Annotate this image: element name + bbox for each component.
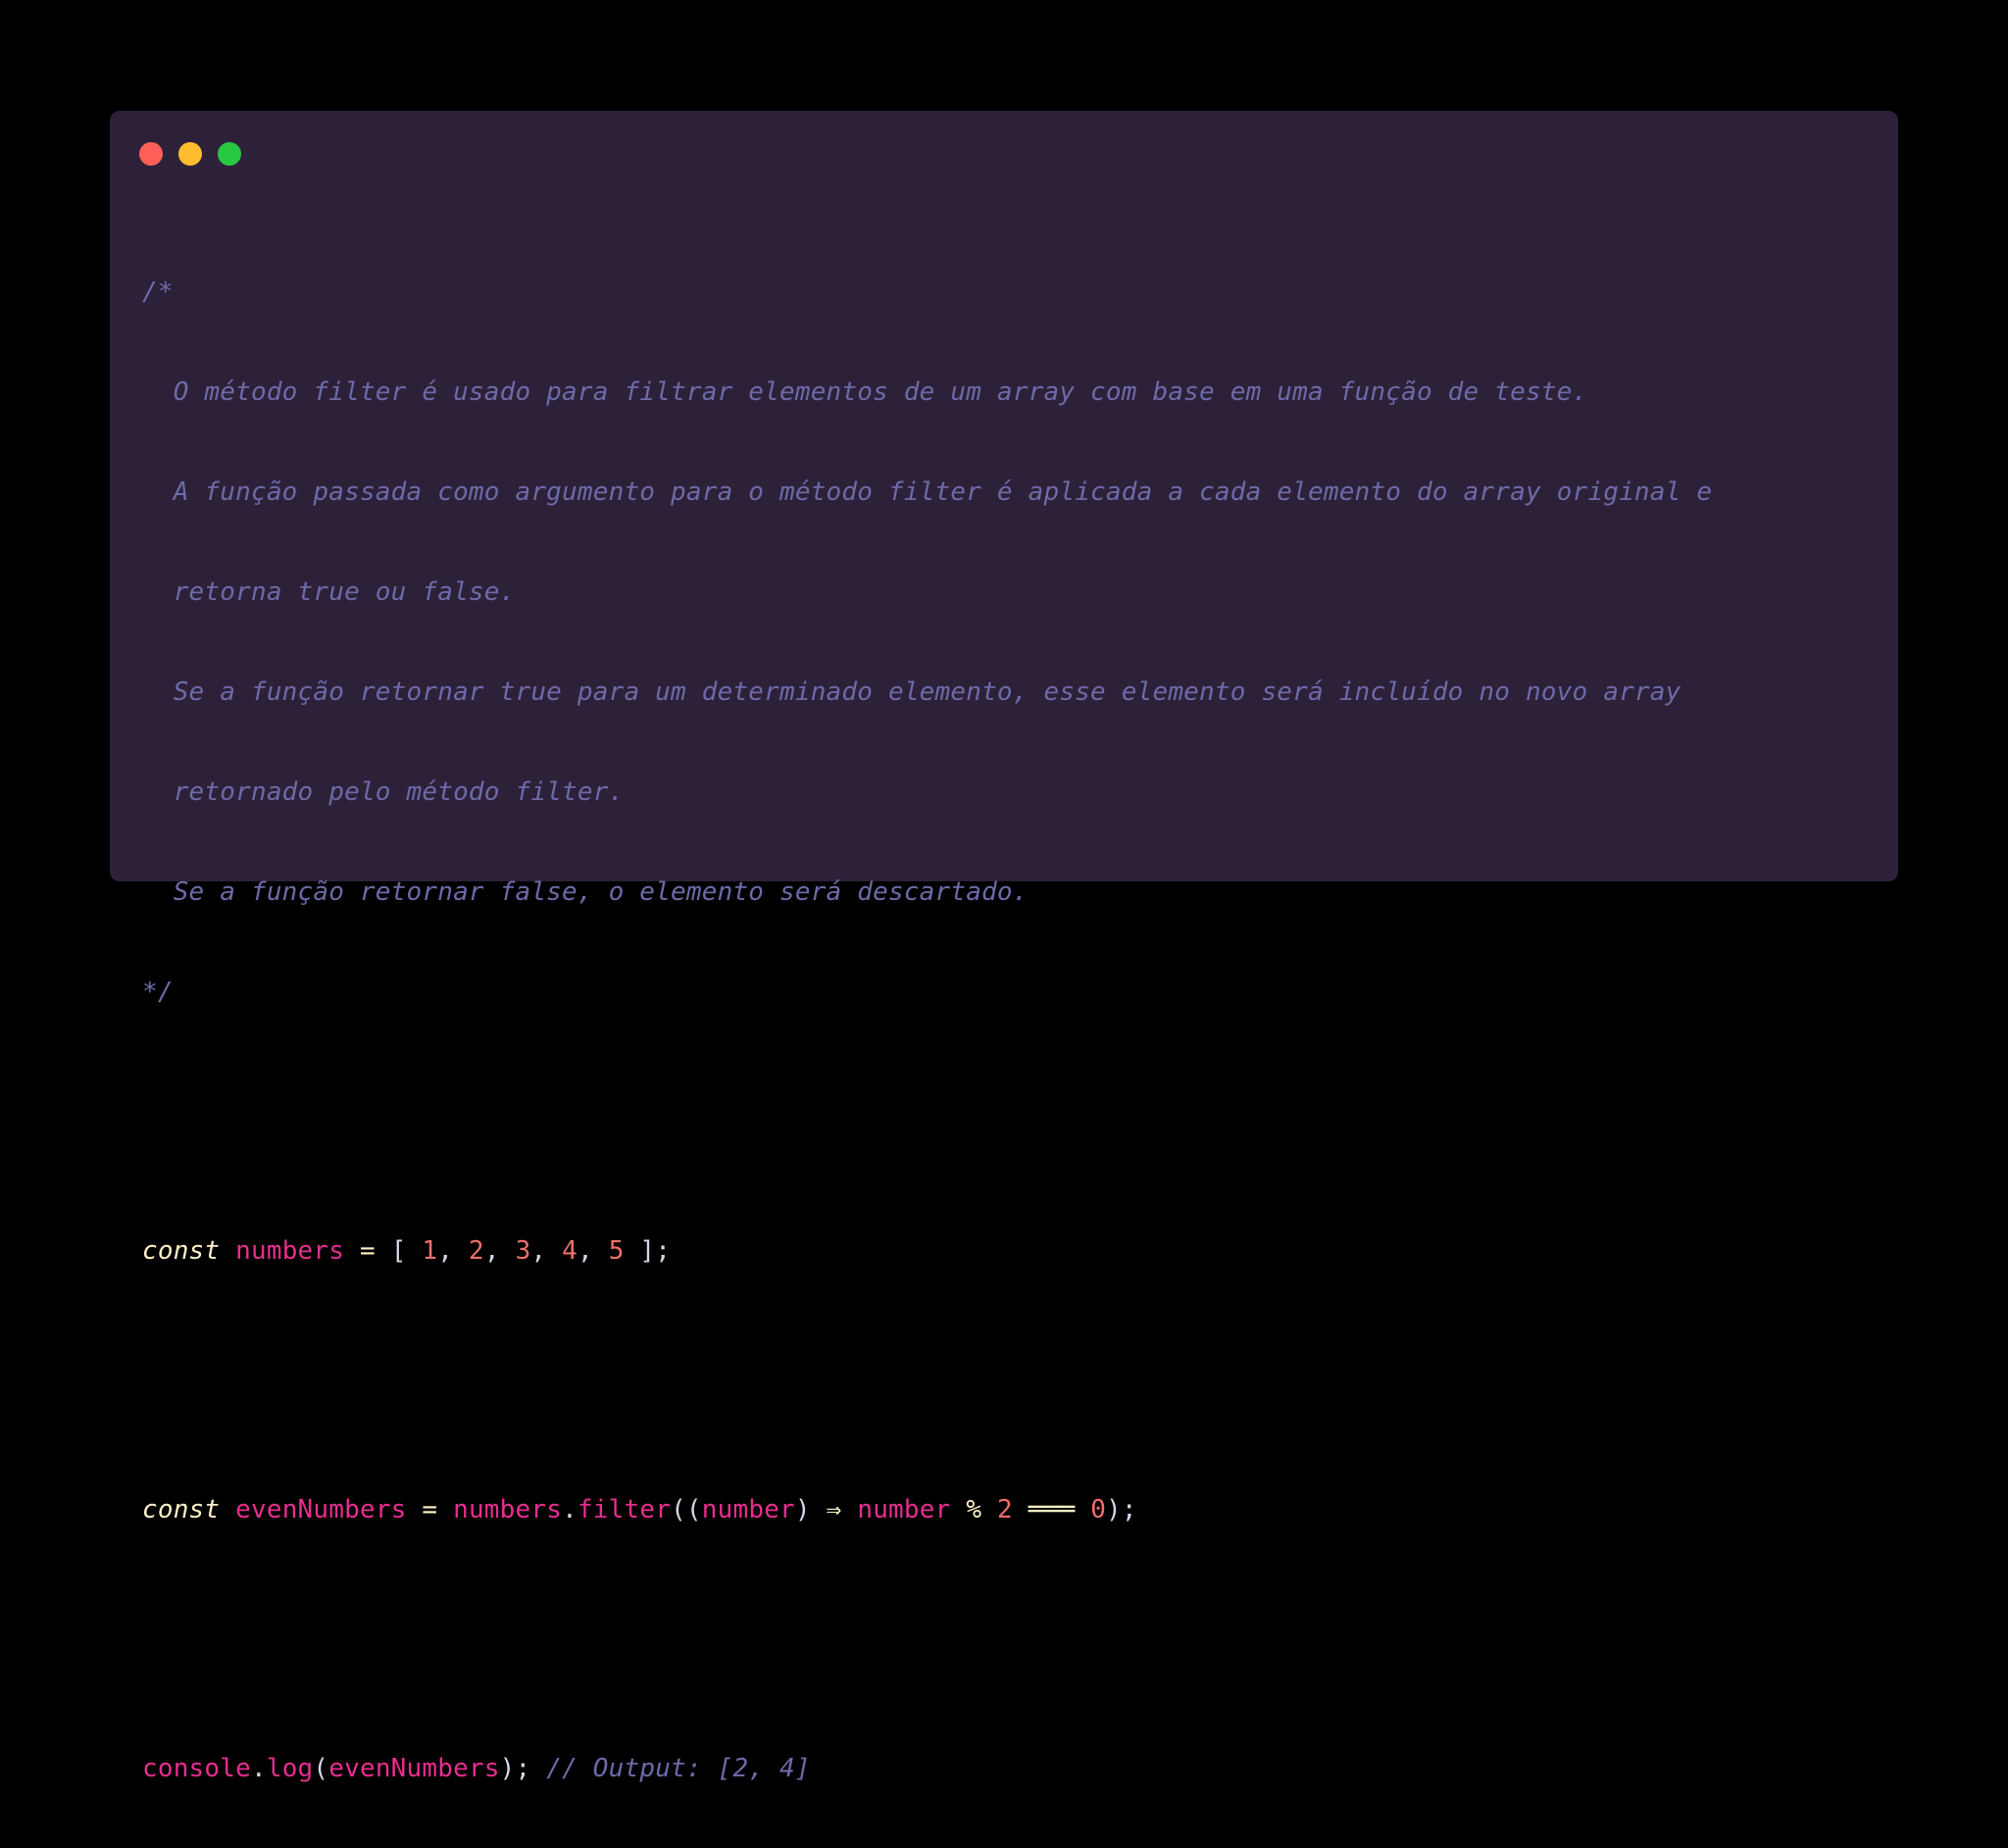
maximize-button[interactable]	[218, 142, 241, 166]
punctuation: ,	[437, 1236, 469, 1266]
minimize-button[interactable]	[178, 142, 202, 166]
code-line-numbers: const numbers = [ 1, 2, 3, 4, 5 ];	[142, 1230, 1712, 1272]
number-literal: 2	[997, 1495, 1013, 1524]
number-literal: 1	[422, 1236, 438, 1266]
close-button[interactable]	[139, 142, 163, 166]
inline-comment: // Output: [2, 4]	[546, 1754, 811, 1783]
operator: =	[344, 1236, 391, 1266]
code-line-log: console.log(evenNumbers); // Output: [2,…	[142, 1748, 1712, 1789]
punctuation: ,	[483, 1236, 516, 1266]
number-literal: 5	[608, 1236, 625, 1266]
comment-line: O método filter é usado para filtrar ele…	[142, 377, 1588, 407]
punctuation: ];	[624, 1236, 672, 1266]
punctuation: );	[1106, 1495, 1137, 1524]
comment-line: retornado pelo método filter.	[142, 777, 625, 807]
punctuation: );	[499, 1754, 531, 1783]
operator: =	[406, 1495, 454, 1524]
code-line-filter: const evenNumbers = numbers.filter((numb…	[142, 1489, 1712, 1530]
code-block: /* O método filter é usado para filtrar …	[142, 213, 1712, 1848]
comment-line: A função passada como argumento para o m…	[142, 477, 1713, 507]
equality-operator: ═══	[1028, 1495, 1076, 1524]
code-window: /* O método filter é usado para filtrar …	[110, 111, 1898, 1783]
punctuation: (	[313, 1754, 329, 1783]
object-name: console	[142, 1754, 251, 1783]
comment-line: */	[142, 977, 174, 1007]
parameter: number	[701, 1495, 795, 1524]
method-name: filter	[577, 1495, 672, 1524]
number-literal: 3	[515, 1236, 531, 1266]
punctuation: ,	[577, 1236, 609, 1266]
punctuation: ((	[671, 1495, 702, 1524]
keyword: const	[142, 1236, 221, 1266]
variable-name: evenNumbers	[235, 1495, 407, 1524]
variable-name: numbers	[235, 1236, 345, 1266]
comment-line: Se a função retornar false, o elemento s…	[142, 877, 1029, 907]
modulo-operator: %	[966, 1495, 982, 1524]
number-literal: 2	[468, 1236, 484, 1266]
punctuation: )	[794, 1495, 827, 1524]
comment-line: Se a função retornar true para um determ…	[142, 677, 1682, 707]
punctuation: .	[250, 1754, 267, 1783]
argument: evenNumbers	[328, 1754, 500, 1783]
punctuation: .	[562, 1495, 577, 1524]
object-name: numbers	[453, 1495, 563, 1524]
comment-line: retorna true ou false.	[142, 577, 516, 607]
variable-name: number	[857, 1495, 951, 1524]
punctuation: [	[390, 1236, 423, 1266]
number-literal: 4	[562, 1236, 577, 1266]
punctuation: ,	[530, 1236, 563, 1266]
window-controls	[139, 142, 241, 166]
method-name: log	[266, 1754, 314, 1783]
keyword: const	[142, 1495, 221, 1524]
comment-line: /*	[142, 277, 174, 307]
arrow-operator: ⇒	[826, 1495, 842, 1524]
number-literal: 0	[1090, 1495, 1107, 1524]
